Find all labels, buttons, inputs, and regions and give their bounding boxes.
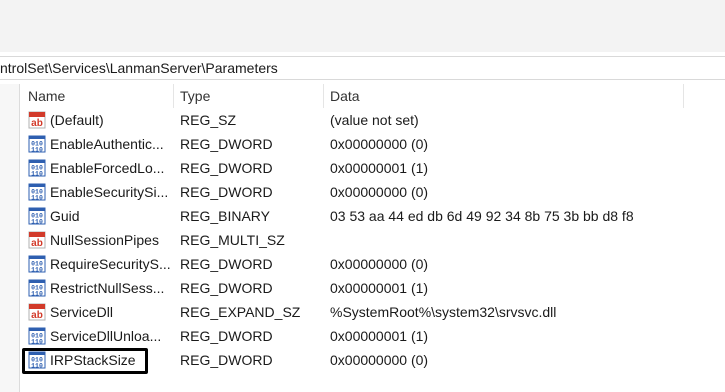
svg-text:110: 110 bbox=[31, 339, 43, 346]
list-item[interactable]: 010 110 EnableForcedLo... REG_DWORD 0x000000… bbox=[22, 156, 725, 180]
value-name: ServiceDllUnloa... bbox=[50, 328, 162, 344]
value-name: RequireSecurityS... bbox=[50, 256, 171, 272]
list-item[interactable]: 010 110 IRPStackSize REG_DWORD 0x00000000 (0… bbox=[22, 348, 725, 374]
value-type: REG_MULTI_SZ bbox=[180, 232, 285, 248]
list-item[interactable]: 010 110 RequireSecurityS... REG_DWORD 0x0000… bbox=[22, 252, 725, 276]
list-header: Name Type Data bbox=[22, 84, 725, 108]
value-name: RestrictNullSess... bbox=[50, 280, 165, 296]
list-item[interactable]: 010 110 RestrictNullSess... REG_DWORD 0x0000… bbox=[22, 276, 725, 300]
svg-text:ab: ab bbox=[31, 310, 43, 321]
value-name: NullSessionPipes bbox=[50, 232, 159, 248]
value-name: EnableSecuritySi... bbox=[50, 184, 169, 200]
list-item[interactable]: 010 110 EnableAuthentic... REG_DWORD 0x00000… bbox=[22, 132, 725, 156]
value-name: EnableForcedLo... bbox=[50, 160, 165, 176]
binary-value-icon: 010 110 bbox=[28, 279, 46, 298]
column-header-data[interactable]: Data bbox=[324, 84, 684, 108]
binary-value-icon: 010 110 bbox=[28, 135, 46, 154]
list-item[interactable]: ab ServiceDll REG_EXPAND_SZ %SystemRoot%\sy… bbox=[22, 300, 725, 324]
binary-value-icon: 010 110 bbox=[28, 159, 46, 178]
list-item[interactable]: 010 110 Guid REG_BINARY 03 53 aa 44 ed db 6d… bbox=[22, 204, 725, 228]
value-data: 0x00000001 (1) bbox=[330, 328, 429, 344]
value-type: REG_SZ bbox=[180, 112, 237, 128]
svg-text:110: 110 bbox=[31, 219, 43, 226]
list-item[interactable]: ab (Default) REG_SZ (value not set) bbox=[22, 108, 725, 132]
string-value-icon: ab bbox=[28, 303, 46, 321]
address-bar[interactable]: ntrolSet\Services\LanmanServer\Parameter… bbox=[0, 56, 725, 80]
value-type: REG_DWORD bbox=[180, 184, 273, 200]
tree-pane[interactable] bbox=[0, 84, 20, 392]
value-type: REG_DWORD bbox=[180, 280, 273, 296]
value-data: (value not set) bbox=[330, 112, 419, 128]
address-path: ntrolSet\Services\LanmanServer\Parameter… bbox=[0, 60, 278, 76]
toolbar-area bbox=[0, 0, 725, 52]
value-type: REG_DWORD bbox=[180, 160, 273, 176]
svg-text:110: 110 bbox=[31, 147, 43, 154]
value-type: REG_BINARY bbox=[180, 208, 270, 224]
column-header-name[interactable]: Name bbox=[22, 84, 174, 108]
value-name: EnableAuthentic... bbox=[50, 136, 164, 152]
value-name: (Default) bbox=[50, 112, 104, 128]
value-data: 0x00000000 (0) bbox=[330, 352, 429, 368]
value-data bbox=[330, 228, 725, 252]
value-data: 0x00000000 (0) bbox=[330, 184, 429, 200]
svg-text:ab: ab bbox=[31, 238, 43, 249]
svg-text:110: 110 bbox=[31, 291, 43, 298]
value-name: ServiceDll bbox=[50, 304, 114, 320]
value-type: REG_DWORD bbox=[180, 352, 273, 368]
string-value-icon: ab bbox=[28, 231, 46, 249]
value-type: REG_DWORD bbox=[180, 328, 273, 344]
value-data: 0x00000000 (0) bbox=[330, 256, 429, 272]
highlight-box bbox=[22, 348, 148, 374]
value-data: 0x00000001 (1) bbox=[330, 280, 429, 296]
svg-text:110: 110 bbox=[31, 195, 43, 202]
binary-value-icon: 010 110 bbox=[28, 183, 46, 202]
binary-value-icon: 010 110 bbox=[28, 327, 46, 346]
list-item[interactable]: ab NullSessionPipes REG_MULTI_SZ bbox=[22, 228, 725, 252]
values-list: Name Type Data ab (Default) REG_SZ (value n… bbox=[22, 84, 725, 392]
svg-text:110: 110 bbox=[31, 267, 43, 274]
binary-value-icon: 010 110 bbox=[28, 207, 46, 226]
binary-value-icon: 010 110 bbox=[28, 255, 46, 274]
string-value-icon: ab bbox=[28, 111, 46, 129]
column-header-type[interactable]: Type bbox=[174, 84, 324, 108]
value-name: Guid bbox=[50, 208, 80, 224]
list-item[interactable]: 010 110 EnableSecuritySi... REG_DWORD 0x0000… bbox=[22, 180, 725, 204]
value-data: 0x00000000 (0) bbox=[330, 136, 429, 152]
value-data: %SystemRoot%\system32\srvsvc.dll bbox=[330, 304, 557, 320]
value-data: 0x00000001 (1) bbox=[330, 160, 429, 176]
svg-text:110: 110 bbox=[31, 171, 43, 178]
list-item[interactable]: 010 110 ServiceDllUnloa... REG_DWORD 0x00000… bbox=[22, 324, 725, 348]
value-data: 03 53 aa 44 ed db 6d 49 92 34 8b 75 3b b… bbox=[330, 208, 634, 224]
value-type: REG_EXPAND_SZ bbox=[180, 304, 301, 320]
value-type: REG_DWORD bbox=[180, 136, 273, 152]
value-type: REG_DWORD bbox=[180, 256, 273, 272]
svg-text:ab: ab bbox=[31, 118, 43, 129]
